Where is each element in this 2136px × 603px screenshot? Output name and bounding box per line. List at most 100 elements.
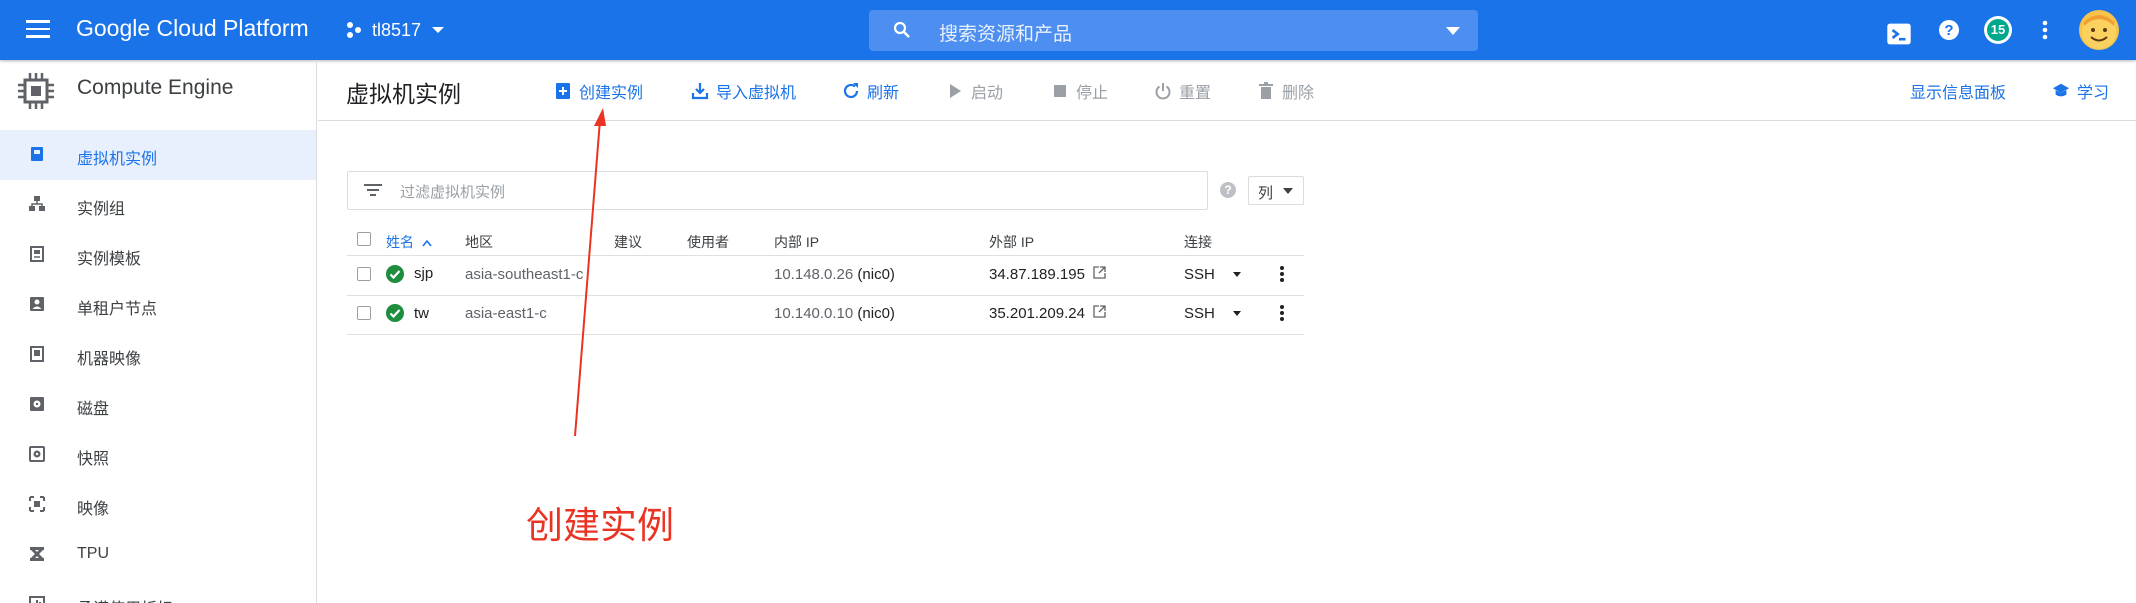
instance-name-link[interactable]: tw bbox=[414, 305, 429, 322]
start-button[interactable]: 启动 bbox=[946, 80, 1003, 102]
ssh-dropdown-icon[interactable] bbox=[1233, 311, 1241, 316]
more-vert-icon[interactable] bbox=[2042, 19, 2048, 41]
ssh-button[interactable]: SSH bbox=[1184, 305, 1215, 322]
sidebar-item-instance-groups[interactable]: 实例组 bbox=[0, 180, 316, 230]
filter-input[interactable]: 过滤虚拟机实例 bbox=[347, 171, 1208, 210]
sidebar-item-label: 实例模板 bbox=[77, 251, 142, 268]
snapshot-icon bbox=[29, 446, 45, 462]
row-more-actions-icon[interactable] bbox=[1279, 264, 1285, 286]
sidebar-item-label: 实例组 bbox=[77, 201, 126, 218]
disk-icon bbox=[30, 397, 44, 411]
product-title: Compute Engine bbox=[77, 76, 234, 99]
vm-instance-icon bbox=[31, 147, 43, 161]
help-circle-icon[interactable]: ? bbox=[1219, 181, 1237, 199]
sidebar-item-label: 单租户节点 bbox=[77, 301, 158, 318]
divider bbox=[347, 295, 1304, 296]
cloud-shell-icon[interactable] bbox=[1886, 21, 1912, 47]
sidebar-item-machine-images[interactable]: 机器映像 bbox=[0, 330, 316, 380]
reset-label: 重置 bbox=[1179, 85, 1212, 102]
internal-ip-cell: 10.148.0.26 (nic0) bbox=[774, 266, 895, 283]
column-header-name[interactable]: 姓名 bbox=[386, 232, 432, 252]
ssh-dropdown-icon[interactable] bbox=[1233, 272, 1241, 277]
sort-ascending-icon bbox=[422, 239, 432, 247]
sidebar-item-disks[interactable]: 磁盘 bbox=[0, 380, 316, 430]
import-vm-button[interactable]: 导入虚拟机 bbox=[691, 80, 796, 102]
column-header-in-use-by[interactable]: 使用者 bbox=[687, 232, 729, 252]
sidebar-item-sole-tenant-nodes[interactable]: 单租户节点 bbox=[0, 280, 316, 330]
internal-ip-cell: 10.140.0.10 (nic0) bbox=[774, 305, 895, 322]
main-menu-icon[interactable] bbox=[26, 20, 50, 38]
columns-button[interactable]: 列 bbox=[1248, 176, 1304, 205]
sidebar-item-images[interactable]: 映像 bbox=[0, 480, 316, 530]
stop-button[interactable]: 停止 bbox=[1051, 80, 1108, 102]
annotation-text: 创建实例 bbox=[526, 505, 674, 546]
page-title: 虚拟机实例 bbox=[346, 81, 461, 107]
sidebar-item-tpu[interactable]: TPU bbox=[0, 530, 316, 580]
sidebar-item-label: 磁盘 bbox=[77, 401, 110, 418]
instance-template-icon bbox=[30, 246, 44, 262]
annotation-arrow-icon bbox=[574, 108, 606, 437]
notification-count: 15 bbox=[1987, 19, 2009, 41]
image-icon bbox=[29, 496, 45, 512]
notifications-button[interactable]: 15 bbox=[1984, 16, 2012, 44]
refresh-button[interactable]: 刷新 bbox=[842, 80, 899, 102]
external-ip-link[interactable]: 34.87.189.195 bbox=[989, 266, 1106, 283]
column-header-zone[interactable]: 地区 bbox=[465, 232, 493, 252]
column-header-internal-ip[interactable]: 内部 IP bbox=[774, 232, 819, 252]
refresh-label: 刷新 bbox=[867, 85, 900, 102]
import-vm-label: 导入虚拟机 bbox=[716, 85, 797, 102]
select-all-checkbox[interactable] bbox=[357, 232, 371, 246]
project-selector[interactable]: tl8517 bbox=[344, 16, 445, 44]
learn-button[interactable]: 学习 bbox=[2052, 80, 2109, 102]
sidebar-item-instance-templates[interactable]: 实例模板 bbox=[0, 230, 316, 280]
sidebar-item-committed-use[interactable]: 承诺使用折扣 bbox=[0, 580, 316, 603]
sidebar-item-vm-instances[interactable]: 虚拟机实例 bbox=[0, 130, 316, 180]
status-ok-icon bbox=[386, 265, 404, 283]
row-checkbox[interactable] bbox=[357, 267, 371, 281]
search-expand-icon[interactable] bbox=[1445, 26, 1461, 36]
brand-title[interactable]: Google Cloud Platform bbox=[76, 15, 309, 42]
show-info-panel-button[interactable]: 显示信息面板 bbox=[1910, 80, 2006, 102]
external-ip-value: 35.201.209.24 bbox=[989, 305, 1085, 322]
status-ok-icon bbox=[386, 304, 404, 322]
internal-ip-value: 10.148.0.26 bbox=[774, 266, 854, 283]
search-input[interactable]: 搜索资源和产品 bbox=[869, 10, 1478, 51]
instance-name-link[interactable]: sjp bbox=[414, 265, 433, 282]
info-panel-label: 显示信息面板 bbox=[1910, 85, 2007, 102]
sidebar-item-label: 虚拟机实例 bbox=[77, 151, 158, 168]
row-checkbox[interactable] bbox=[357, 306, 371, 320]
delete-label: 删除 bbox=[1282, 85, 1315, 102]
create-instance-button[interactable]: 创建实例 bbox=[554, 80, 643, 102]
power-icon bbox=[1155, 83, 1171, 100]
search-placeholder: 搜索资源和产品 bbox=[939, 24, 1073, 45]
help-icon[interactable]: ? bbox=[1939, 20, 1959, 40]
ssh-button[interactable]: SSH bbox=[1184, 266, 1215, 283]
machine-image-icon bbox=[30, 346, 44, 362]
svg-text:?: ? bbox=[1224, 183, 1231, 197]
nic-link[interactable]: (nic0) bbox=[857, 266, 895, 283]
refresh-icon bbox=[843, 83, 859, 99]
start-label: 启动 bbox=[971, 85, 1004, 102]
column-header-label: 姓名 bbox=[386, 234, 414, 250]
external-ip-link[interactable]: 35.201.209.24 bbox=[989, 305, 1106, 322]
columns-label: 列 bbox=[1258, 185, 1274, 202]
column-header-external-ip[interactable]: 外部 IP bbox=[989, 232, 1034, 252]
stop-label: 停止 bbox=[1076, 85, 1109, 102]
row-more-actions-icon[interactable] bbox=[1279, 303, 1285, 325]
add-box-icon bbox=[556, 83, 570, 99]
sidebar-item-snapshots[interactable]: 快照 bbox=[0, 430, 316, 480]
tpu-icon bbox=[29, 546, 45, 562]
top-app-bar: Google Cloud Platform tl8517 搜索资源和产品 ? 1… bbox=[0, 0, 2136, 60]
reset-button[interactable]: 重置 bbox=[1154, 80, 1211, 102]
sidebar-item-label: 承诺使用折扣 bbox=[77, 595, 173, 603]
account-avatar[interactable] bbox=[2079, 10, 2119, 50]
project-name: tl8517 bbox=[372, 19, 422, 40]
delete-button[interactable]: 删除 bbox=[1257, 80, 1314, 102]
filter-placeholder: 过滤虚拟机实例 bbox=[400, 184, 506, 201]
committed-use-icon bbox=[29, 596, 45, 603]
sidebar-item-label: 快照 bbox=[77, 451, 110, 468]
internal-ip-value: 10.140.0.10 bbox=[774, 305, 854, 322]
column-header-recommendation[interactable]: 建议 bbox=[614, 232, 642, 252]
nic-link[interactable]: (nic0) bbox=[857, 305, 895, 322]
sidebar-item-label: 机器映像 bbox=[77, 351, 142, 368]
